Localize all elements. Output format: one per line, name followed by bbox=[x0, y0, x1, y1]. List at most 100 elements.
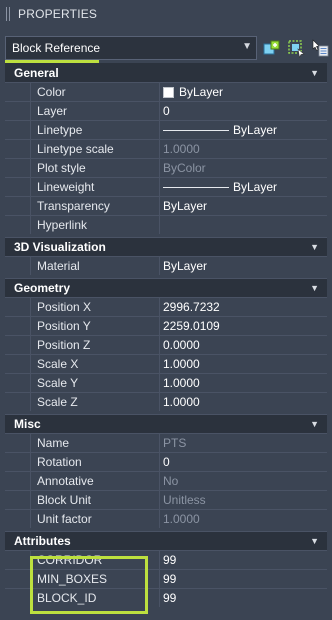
property-value[interactable]: PTS bbox=[160, 434, 327, 452]
property-grid: General ▼ Color ByLayer Layer 0 Linetype… bbox=[5, 63, 327, 607]
property-label: Name bbox=[30, 434, 160, 452]
property-row[interactable]: Linetype scale 1.0000 bbox=[5, 139, 327, 158]
category-attributes[interactable]: Attributes ▼ bbox=[5, 531, 327, 550]
property-label: Position X bbox=[30, 298, 160, 316]
property-row[interactable]: Scale X 1.0000 bbox=[5, 354, 327, 373]
toggle-pickadd-icon[interactable] bbox=[310, 38, 330, 58]
category-title: Attributes bbox=[14, 534, 71, 548]
property-label: Plot style bbox=[30, 159, 160, 177]
property-label: Block Unit bbox=[30, 491, 160, 509]
category-title: Geometry bbox=[14, 281, 71, 295]
property-row[interactable]: Name PTS bbox=[5, 433, 327, 452]
attribute-tag: MIN_BOXES bbox=[30, 570, 160, 588]
property-row[interactable]: Rotation 0 bbox=[5, 452, 327, 471]
quick-select-icon[interactable] bbox=[262, 38, 282, 58]
property-row[interactable]: Scale Z 1.0000 bbox=[5, 392, 327, 411]
color-swatch bbox=[163, 86, 174, 98]
property-value[interactable]: 1.0000 bbox=[160, 510, 327, 528]
property-row[interactable]: Material ByLayer bbox=[5, 256, 327, 275]
property-row[interactable]: Block Unit Unitless bbox=[5, 490, 327, 509]
chevron-down-icon[interactable]: ▼ bbox=[310, 283, 319, 293]
attribute-tag: CORRIDOR bbox=[30, 551, 160, 569]
property-value[interactable]: ByColor bbox=[160, 159, 327, 177]
property-label: Material bbox=[30, 257, 160, 275]
property-value[interactable]: ByLayer bbox=[160, 83, 327, 101]
property-row[interactable]: Linetype ByLayer bbox=[5, 120, 327, 139]
property-label: Layer bbox=[30, 102, 160, 120]
property-row[interactable]: Unit factor 1.0000 bbox=[5, 509, 327, 528]
lineweight-preview bbox=[163, 186, 229, 188]
object-type-dropdown[interactable]: Block Reference ▼ bbox=[5, 36, 257, 60]
chevron-down-icon[interactable]: ▼ bbox=[310, 242, 319, 252]
property-row[interactable]: Hyperlink bbox=[5, 215, 327, 234]
attribute-tag: BLOCK_ID bbox=[30, 589, 160, 607]
property-label: Scale X bbox=[30, 355, 160, 373]
attribute-value[interactable]: 99 bbox=[160, 551, 327, 569]
property-value[interactable]: ByLayer bbox=[160, 121, 327, 139]
property-label: Scale Y bbox=[30, 374, 160, 392]
property-value[interactable]: ByLayer bbox=[160, 178, 327, 196]
property-value[interactable]: 1.0000 bbox=[160, 374, 327, 392]
property-value[interactable]: 1.0000 bbox=[160, 140, 327, 158]
property-label: Color bbox=[30, 83, 160, 101]
property-label: Rotation bbox=[30, 453, 160, 471]
property-value[interactable]: 1.0000 bbox=[160, 355, 327, 373]
attribute-value[interactable]: 99 bbox=[160, 589, 327, 607]
category-title: 3D Visualization bbox=[14, 240, 106, 254]
property-value[interactable]: ByLayer bbox=[160, 197, 327, 215]
property-row[interactable]: Position X 2996.7232 bbox=[5, 297, 327, 316]
chevron-down-icon[interactable]: ▼ bbox=[242, 41, 252, 52]
palette-title: PROPERTIES bbox=[18, 7, 98, 21]
property-row[interactable]: Transparency ByLayer bbox=[5, 196, 327, 215]
property-row[interactable]: Position Y 2259.0109 bbox=[5, 316, 327, 335]
property-label: Scale Z bbox=[30, 393, 160, 411]
category-misc[interactable]: Misc ▼ bbox=[5, 414, 327, 433]
property-value[interactable]: No bbox=[160, 472, 327, 490]
property-label: Unit factor bbox=[30, 510, 160, 528]
category-3d-visualization[interactable]: 3D Visualization ▼ bbox=[5, 237, 327, 256]
property-label: Hyperlink bbox=[30, 216, 160, 234]
drag-grip-icon[interactable] bbox=[6, 7, 14, 21]
object-type-value: Block Reference bbox=[12, 41, 101, 55]
linetype-preview bbox=[163, 129, 229, 131]
category-title: General bbox=[14, 65, 59, 80]
property-label: Annotative bbox=[30, 472, 160, 490]
property-row[interactable]: Layer 0 bbox=[5, 101, 327, 120]
category-title: Misc bbox=[14, 417, 41, 431]
chevron-down-icon[interactable]: ▼ bbox=[310, 419, 319, 429]
property-row[interactable]: Annotative No bbox=[5, 471, 327, 490]
property-label: Linetype bbox=[30, 121, 160, 139]
property-row[interactable]: Position Z 0.0000 bbox=[5, 335, 327, 354]
property-label: Position Y bbox=[30, 317, 160, 335]
property-value[interactable]: 1.0000 bbox=[160, 393, 327, 411]
property-value[interactable]: 0 bbox=[160, 453, 327, 471]
chevron-down-icon[interactable]: ▼ bbox=[310, 68, 319, 78]
property-row[interactable]: Plot style ByColor bbox=[5, 158, 327, 177]
property-value[interactable]: 0.0000 bbox=[160, 336, 327, 354]
property-value-text: ByLayer bbox=[179, 85, 224, 99]
category-geometry[interactable]: Geometry ▼ bbox=[5, 278, 327, 297]
property-value[interactable] bbox=[160, 216, 327, 234]
property-value[interactable]: ByLayer bbox=[160, 257, 327, 275]
select-objects-icon[interactable] bbox=[286, 38, 306, 58]
property-row[interactable]: CORRIDOR 99 bbox=[5, 550, 327, 569]
property-value[interactable]: 0 bbox=[160, 102, 327, 120]
palette-titlebar[interactable]: PROPERTIES bbox=[0, 0, 332, 28]
property-row[interactable]: Scale Y 1.0000 bbox=[5, 373, 327, 392]
category-general[interactable]: General ▼ bbox=[5, 63, 327, 82]
property-value-text: ByLayer bbox=[233, 123, 278, 137]
property-label: Transparency bbox=[30, 197, 160, 215]
property-row[interactable]: Lineweight ByLayer bbox=[5, 177, 327, 196]
attribute-value[interactable]: 99 bbox=[160, 570, 327, 588]
property-value-text: ByLayer bbox=[233, 180, 278, 194]
chevron-down-icon[interactable]: ▼ bbox=[310, 536, 319, 546]
property-row[interactable]: MIN_BOXES 99 bbox=[5, 569, 327, 588]
property-value[interactable]: 2996.7232 bbox=[160, 298, 327, 316]
object-selector-bar: Block Reference ▼ bbox=[0, 34, 332, 63]
property-row[interactable]: BLOCK_ID 99 bbox=[5, 588, 327, 607]
property-value[interactable]: 2259.0109 bbox=[160, 317, 327, 335]
property-label: Lineweight bbox=[30, 178, 160, 196]
property-value[interactable]: Unitless bbox=[160, 491, 327, 509]
property-row[interactable]: Color ByLayer bbox=[5, 82, 327, 101]
property-label: Position Z bbox=[30, 336, 160, 354]
